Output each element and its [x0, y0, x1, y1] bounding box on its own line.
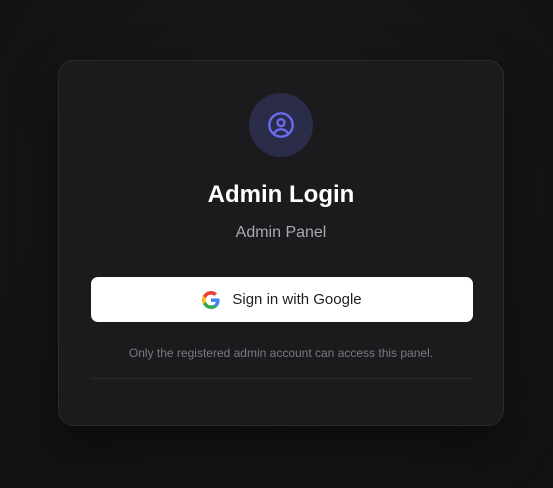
page-subtitle: Admin Panel	[235, 224, 327, 241]
avatar	[249, 93, 313, 157]
page-title: Admin Login	[207, 181, 355, 208]
google-sign-in-button[interactable]: Sign in with Google	[91, 277, 473, 322]
user-circle-icon	[268, 112, 294, 138]
access-note: Only the registered admin account can ac…	[128, 346, 434, 360]
login-card: Admin Login Admin Panel Sign in with Goo…	[58, 60, 504, 426]
google-g-icon	[202, 290, 220, 309]
divider	[91, 378, 473, 379]
google-sign-in-label: Sign in with Google	[232, 291, 362, 308]
